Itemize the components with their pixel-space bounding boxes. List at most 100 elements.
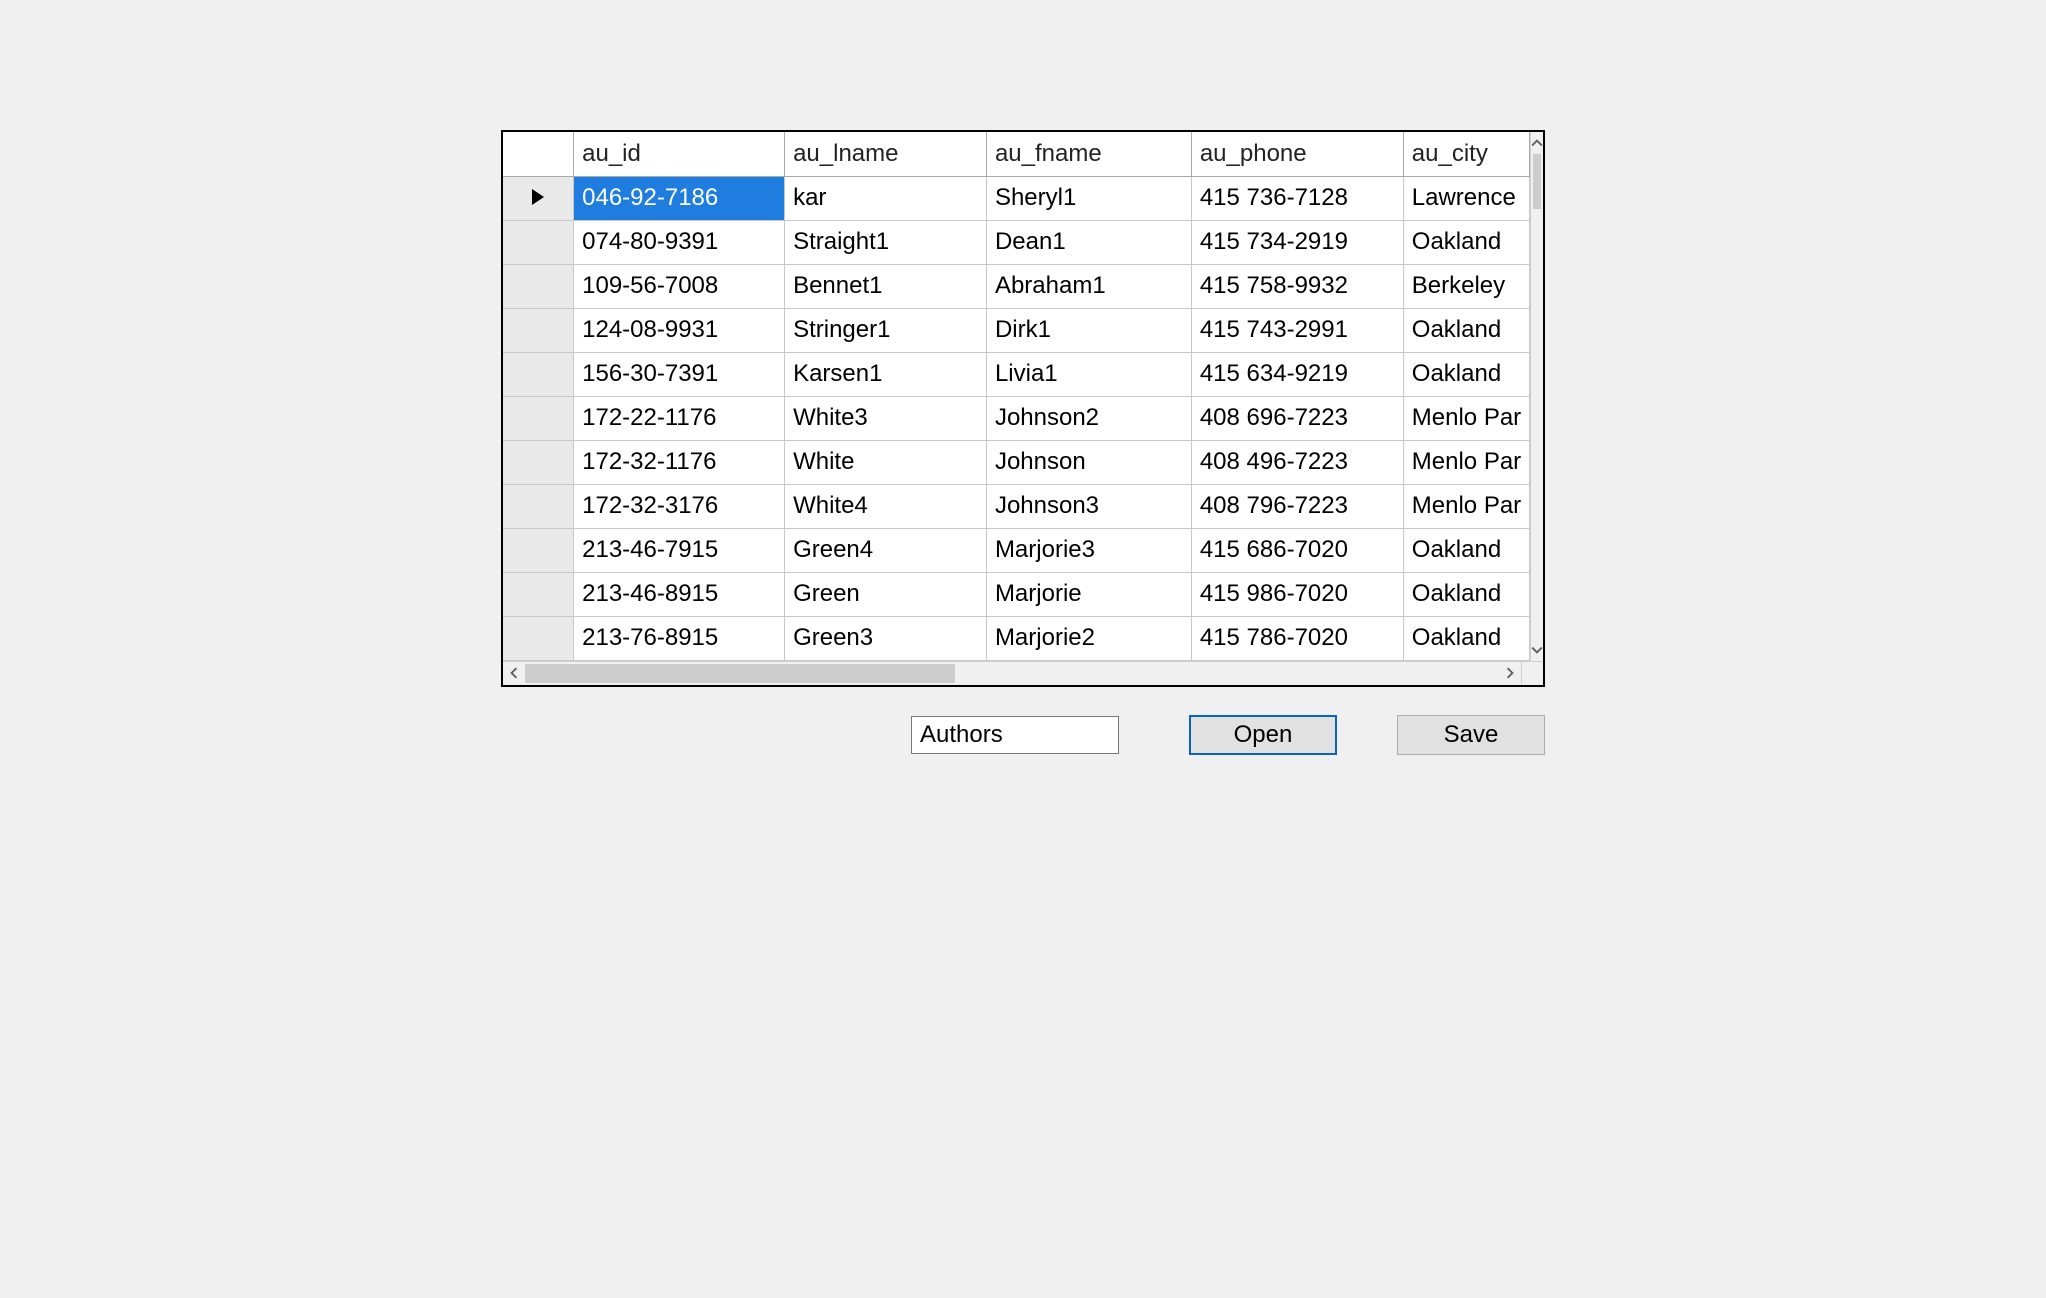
scrollbar-track[interactable] [1531,154,1543,639]
cell-au_phone[interactable]: 415 786-7020 [1191,616,1403,660]
save-button[interactable]: Save [1397,715,1545,755]
table-row[interactable]: 213-46-7915Green4Marjorie3415 686-7020Oa… [503,528,1530,572]
table-row[interactable]: 213-76-8915Green3Marjorie2415 786-7020Oa… [503,616,1530,660]
table-row[interactable]: 156-30-7391Karsen1Livia1415 634-9219Oakl… [503,352,1530,396]
cell-au_phone[interactable]: 415 758-9932 [1191,264,1403,308]
cell-au_lname[interactable]: White3 [785,396,987,440]
table-row[interactable]: 124-08-9931Stringer1Dirk1415 743-2991Oak… [503,308,1530,352]
cell-au_fname[interactable]: Abraham1 [986,264,1191,308]
cell-au_city[interactable]: Oakland [1403,616,1529,660]
cell-au_id[interactable]: 074-80-9391 [574,220,785,264]
entity-name-input[interactable] [911,716,1119,754]
cell-au_fname[interactable]: Johnson [986,440,1191,484]
open-button[interactable]: Open [1189,715,1337,755]
cell-au_city[interactable]: Oakland [1403,308,1529,352]
scrollbar-thumb-h[interactable] [525,664,955,683]
cell-au_phone[interactable]: 415 736-7128 [1191,176,1403,220]
cell-au_fname[interactable]: Marjorie3 [986,528,1191,572]
cell-au_fname[interactable]: Johnson3 [986,484,1191,528]
cell-au_fname[interactable]: Marjorie2 [986,616,1191,660]
cell-au_id[interactable]: 172-32-1176 [574,440,785,484]
cell-au_lname[interactable]: Straight1 [785,220,987,264]
cell-au_id[interactable]: 109-56-7008 [574,264,785,308]
row-header[interactable] [503,484,574,528]
cell-au_city[interactable]: Menlo Par [1403,396,1529,440]
cell-au_phone[interactable]: 415 986-7020 [1191,572,1403,616]
cell-au_lname[interactable]: White [785,440,987,484]
cell-au_city[interactable]: Oakland [1403,528,1529,572]
column-header-row: au_id au_lname au_fname au_phone au_city [503,132,1530,176]
cell-au_lname[interactable]: Green3 [785,616,987,660]
column-header-selector[interactable] [503,132,574,176]
cell-au_fname[interactable]: Sheryl1 [986,176,1191,220]
column-header-au-fname[interactable]: au_fname [986,132,1191,176]
table-row[interactable]: 172-32-3176White4Johnson3408 796-7223Men… [503,484,1530,528]
cell-au_phone[interactable]: 415 743-2991 [1191,308,1403,352]
cell-au_city[interactable]: Menlo Par [1403,440,1529,484]
row-header[interactable] [503,572,574,616]
cell-au_city[interactable]: Oakland [1403,352,1529,396]
cell-au_id[interactable]: 172-22-1176 [574,396,785,440]
scroll-left-icon[interactable] [503,662,525,685]
row-header[interactable] [503,264,574,308]
table-row[interactable]: 046-92-7186karSheryl1415 736-7128Lawrenc… [503,176,1530,220]
cell-au_phone[interactable]: 415 634-9219 [1191,352,1403,396]
row-header[interactable] [503,308,574,352]
cell-au_id[interactable]: 213-46-8915 [574,572,785,616]
scroll-up-icon[interactable] [1531,132,1543,154]
cell-au_id[interactable]: 124-08-9931 [574,308,785,352]
cell-au_lname[interactable]: kar [785,176,987,220]
footer-controls: Open Save [501,715,1545,755]
cell-au_fname[interactable]: Marjorie [986,572,1191,616]
cell-au_lname[interactable]: Green4 [785,528,987,572]
cell-au_id[interactable]: 156-30-7391 [574,352,785,396]
table-row[interactable]: 074-80-9391Straight1Dean1415 734-2919Oak… [503,220,1530,264]
cell-au_phone[interactable]: 415 686-7020 [1191,528,1403,572]
cell-au_phone[interactable]: 408 496-7223 [1191,440,1403,484]
data-grid[interactable]: au_id au_lname au_fname au_phone au_city… [501,130,1545,687]
cell-au_fname[interactable]: Livia1 [986,352,1191,396]
app-window: au_id au_lname au_fname au_phone au_city… [0,0,2046,1298]
row-header[interactable] [503,440,574,484]
cell-au_city[interactable]: Berkeley [1403,264,1529,308]
column-header-au-phone[interactable]: au_phone [1191,132,1403,176]
table-row[interactable]: 109-56-7008Bennet1Abraham1415 758-9932Be… [503,264,1530,308]
vertical-scrollbar[interactable] [1530,132,1543,661]
cell-au_fname[interactable]: Dean1 [986,220,1191,264]
column-header-au-city[interactable]: au_city [1403,132,1529,176]
cell-au_id[interactable]: 046-92-7186 [574,176,785,220]
column-header-au-lname[interactable]: au_lname [785,132,987,176]
scrollbar-track-h[interactable] [525,662,1499,685]
row-header[interactable] [503,528,574,572]
cell-au_phone[interactable]: 408 796-7223 [1191,484,1403,528]
cell-au_fname[interactable]: Dirk1 [986,308,1191,352]
cell-au_id[interactable]: 213-76-8915 [574,616,785,660]
cell-au_lname[interactable]: Bennet1 [785,264,987,308]
scroll-down-icon[interactable] [1531,639,1543,661]
cell-au_city[interactable]: Oakland [1403,572,1529,616]
cell-au_city[interactable]: Menlo Par [1403,484,1529,528]
cell-au_phone[interactable]: 415 734-2919 [1191,220,1403,264]
table-row[interactable]: 172-32-1176WhiteJohnson408 496-7223Menlo… [503,440,1530,484]
cell-au_fname[interactable]: Johnson2 [986,396,1191,440]
scroll-right-icon[interactable] [1499,662,1521,685]
table-row[interactable]: 213-46-8915GreenMarjorie415 986-7020Oakl… [503,572,1530,616]
scrollbar-thumb[interactable] [1533,154,1541,209]
cell-au_lname[interactable]: Green [785,572,987,616]
table-row[interactable]: 172-22-1176White3Johnson2408 696-7223Men… [503,396,1530,440]
cell-au_phone[interactable]: 408 696-7223 [1191,396,1403,440]
row-header[interactable] [503,396,574,440]
row-header[interactable] [503,176,574,220]
row-header[interactable] [503,352,574,396]
cell-au_lname[interactable]: White4 [785,484,987,528]
cell-au_id[interactable]: 213-46-7915 [574,528,785,572]
cell-au_city[interactable]: Oakland [1403,220,1529,264]
row-header[interactable] [503,220,574,264]
cell-au_lname[interactable]: Karsen1 [785,352,987,396]
row-header[interactable] [503,616,574,660]
cell-au_lname[interactable]: Stringer1 [785,308,987,352]
cell-au_city[interactable]: Lawrence [1403,176,1529,220]
cell-au_id[interactable]: 172-32-3176 [574,484,785,528]
column-header-au-id[interactable]: au_id [574,132,785,176]
horizontal-scrollbar[interactable] [503,661,1543,685]
